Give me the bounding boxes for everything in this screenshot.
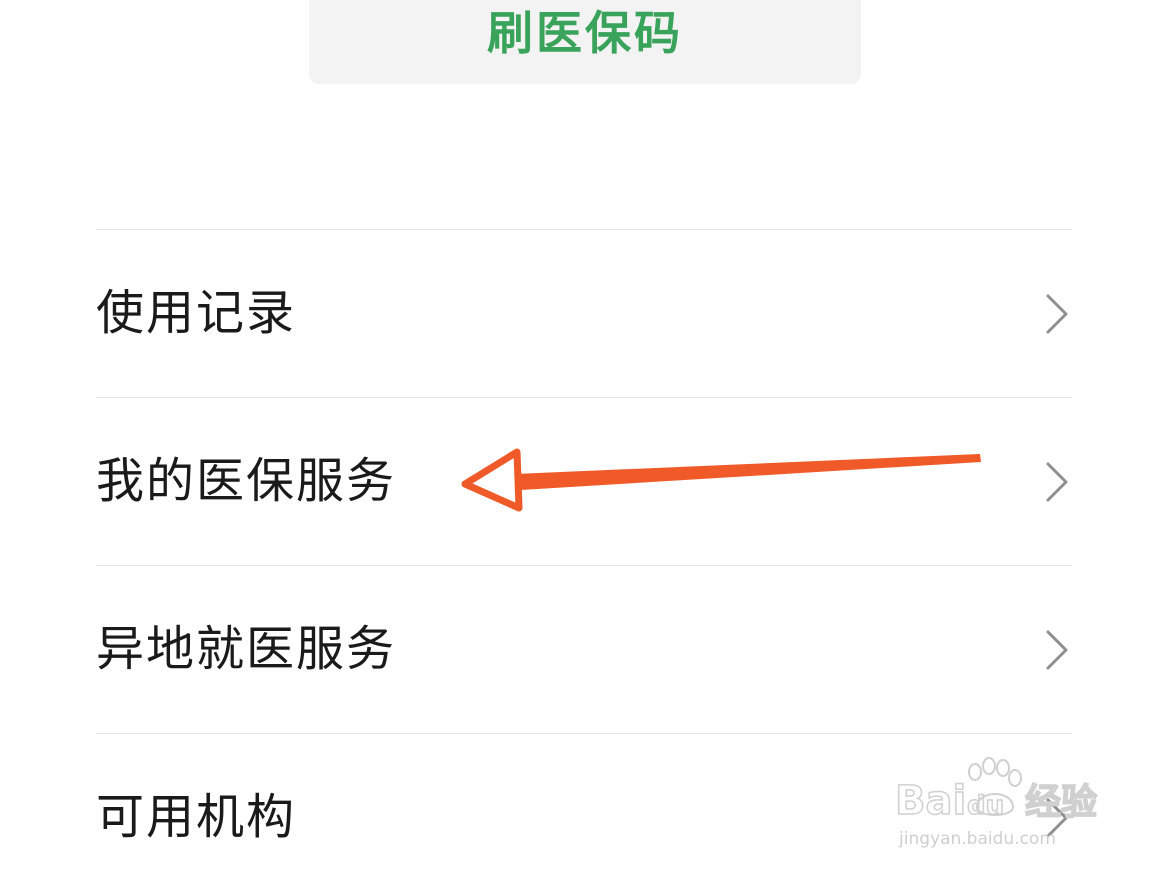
scan-medical-code-label: 刷医保码	[487, 6, 683, 60]
menu-item-my-medical-insurance-services[interactable]: 我的医保服务	[96, 397, 1072, 565]
chevron-right-icon	[1046, 630, 1068, 669]
screen: 刷医保码 使用记录 我的医保服务 异地就医服务 可用机构 Bai du 经验 j…	[0, 0, 1169, 877]
menu-item-available-institutions[interactable]: 可用机构	[96, 733, 1072, 877]
menu-list: 使用记录 我的医保服务 异地就医服务 可用机构	[96, 229, 1072, 877]
menu-item-usage-records[interactable]: 使用记录	[96, 229, 1072, 397]
menu-item-label: 我的医保服务	[96, 452, 397, 509]
chevron-right-icon	[1046, 294, 1068, 333]
menu-item-label: 使用记录	[96, 284, 297, 341]
scan-medical-code-button[interactable]: 刷医保码	[309, 0, 861, 84]
chevron-right-icon	[1046, 798, 1068, 837]
menu-item-offsite-medical-services[interactable]: 异地就医服务	[96, 565, 1072, 733]
chevron-right-icon	[1046, 462, 1068, 501]
menu-item-label: 可用机构	[96, 788, 297, 845]
menu-item-label: 异地就医服务	[96, 620, 397, 677]
